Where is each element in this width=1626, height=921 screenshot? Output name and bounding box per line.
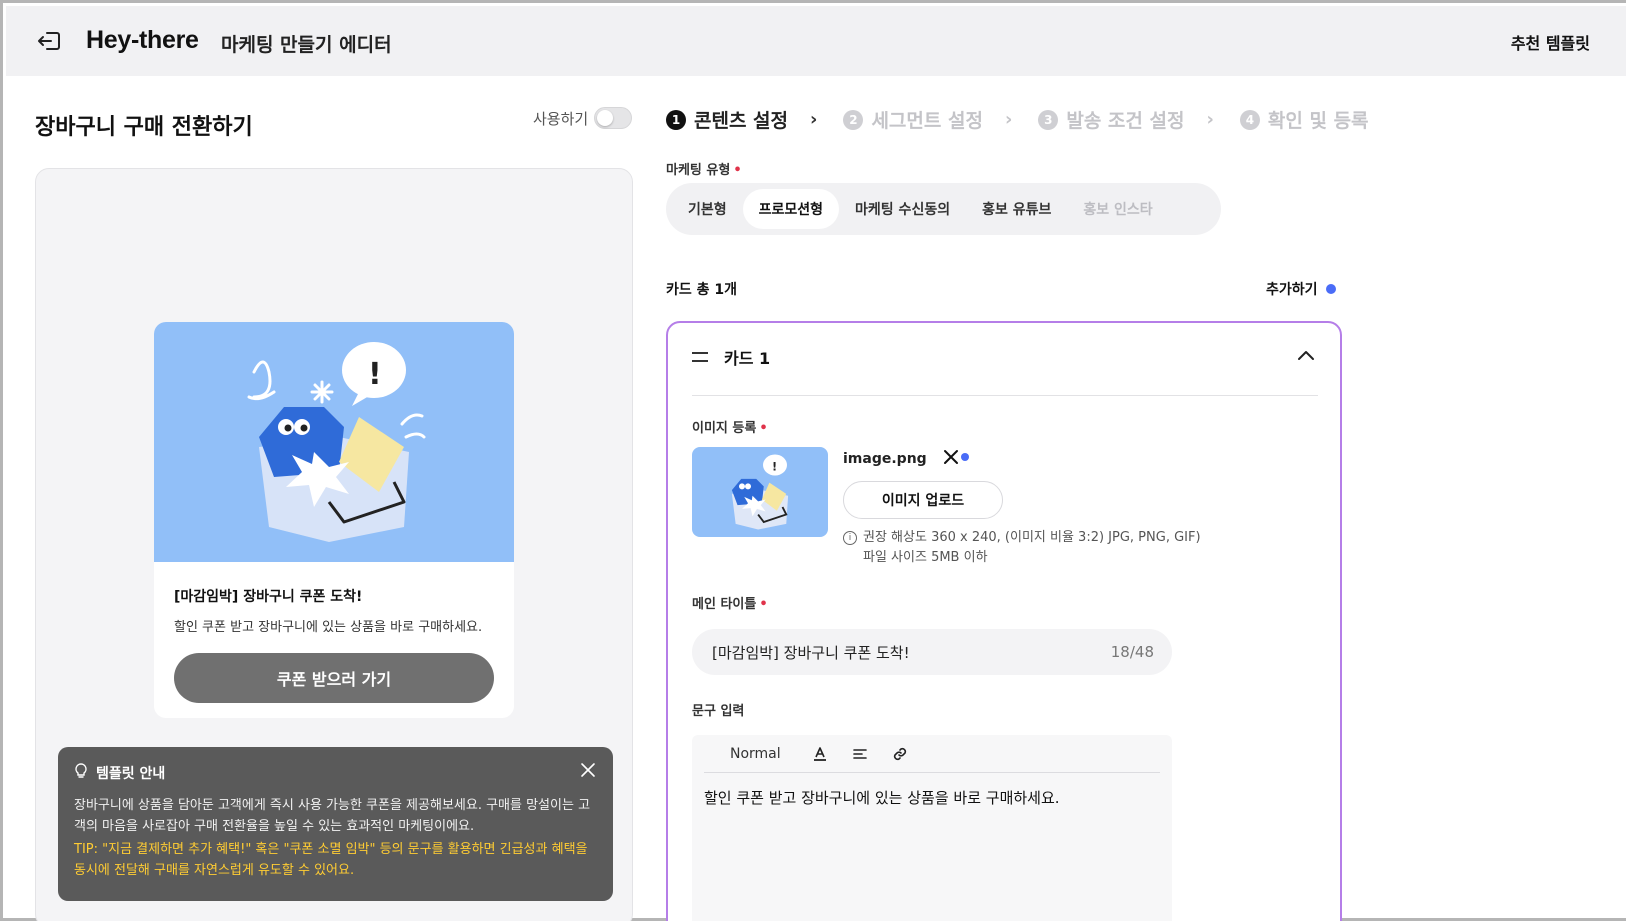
marketing-type-label: 마케팅 유형 • <box>666 163 742 178</box>
editor-subtitle: 마케팅 만들기 에디터 <box>221 34 392 56</box>
app-frame: Hey-there 마케팅 만들기 에디터 추천 템플릿 장바구니 구매 전환하… <box>0 0 1626 921</box>
status-dot <box>961 453 969 461</box>
guide-text: 장바구니에 상품을 담아둔 고객에게 즉시 사용 가능한 쿠폰을 제공해보세요.… <box>74 798 591 834</box>
remove-file-button[interactable] <box>943 449 969 465</box>
step-confirm-register[interactable]: 4 확인 및 등록 <box>1239 106 1369 133</box>
link-icon[interactable] <box>891 745 909 763</box>
lightbulb-icon <box>74 763 88 783</box>
file-name: image.png <box>843 451 927 467</box>
step-number: 4 <box>1239 109 1260 130</box>
chevron-right-icon: › <box>1004 109 1013 130</box>
step-navigation: 1 콘텐츠 설정 › 2 세그먼트 설정 › 3 발송 조건 설정 › 4 확인… <box>666 106 1369 133</box>
info-icon: i <box>843 531 857 545</box>
image-label: 이미지 등록 • <box>692 421 768 436</box>
main-title-value: [마감임박] 장바구니 쿠폰 도착! <box>712 643 910 662</box>
text-style-select[interactable]: Normal <box>730 746 789 762</box>
tab-promotion[interactable]: 프로모션형 <box>742 189 840 229</box>
main-title-label-text: 메인 타이틀 <box>692 597 757 612</box>
image-label-text: 이미지 등록 <box>692 421 757 436</box>
align-icon[interactable] <box>851 745 869 763</box>
step-label: 콘텐츠 설정 <box>694 110 789 132</box>
marketing-type-tabs: 기본형 프로모션형 마케팅 수신동의 홍보 유튜브 홍보 인스타 <box>666 183 1221 235</box>
tab-basic[interactable]: 기본형 <box>672 189 743 229</box>
guide-heading: 템플릿 안내 <box>96 766 166 782</box>
preview-card: ! [마감임박] 장바구니 쿠폰 도착! 할인 쿠폰 받고 장바구니에 있는 상… <box>154 322 514 718</box>
coupon-button[interactable]: 쿠폰 받으러 가기 <box>174 653 494 703</box>
chevron-up-icon[interactable] <box>1296 347 1316 363</box>
preview-description: 할인 쿠폰 받고 장바구니에 있는 상품을 바로 구매하세요. <box>174 620 483 635</box>
main-title-input[interactable]: [마감임박] 장바구니 쿠폰 도착! 18/48 <box>692 629 1172 675</box>
add-card-button[interactable]: 추가하기 <box>1266 279 1336 299</box>
status-dot <box>1325 284 1336 294</box>
image-upload-button[interactable]: 이미지 업로드 <box>843 481 1003 519</box>
image-hint: i 권장 해상도 360 x 240, (이미지 비율 3:2) JPG, PN… <box>843 528 1201 568</box>
guide-heading-row: 템플릿 안내 <box>74 763 597 783</box>
drag-handle-icon[interactable] <box>692 352 708 362</box>
template-guide: 템플릿 안내 장바구니에 상품을 담아둔 고객에게 즉시 사용 가능한 쿠폰을 … <box>58 747 613 901</box>
step-label: 확인 및 등록 <box>1267 110 1369 132</box>
tab-youtube[interactable]: 홍보 유튜브 <box>966 189 1067 229</box>
chevron-right-icon: › <box>810 109 818 130</box>
toggle-label: 사용하기 <box>533 109 589 128</box>
close-icon[interactable] <box>579 761 597 779</box>
preview-image: ! <box>154 322 514 562</box>
step-number: 1 <box>666 109 686 130</box>
image-thumbnail: ! <box>692 447 828 537</box>
marketing-type-label-text: 마케팅 유형 <box>666 163 731 178</box>
page-title: 장바구니 구매 전환하기 <box>35 115 253 140</box>
editor-toolbar: Normal <box>704 735 1160 773</box>
step-send-conditions[interactable]: 3 발송 조건 설정 <box>1038 106 1184 133</box>
card-name: 카드 1 <box>724 349 771 368</box>
use-toggle-group: 사용하기 <box>533 107 633 129</box>
card-count: 카드 총 1개 <box>666 282 738 298</box>
hint-line-2: 파일 사이즈 5MB 이하 <box>863 550 988 565</box>
guide-tip: TIP: "지금 결제하면 추가 혜택!" 혹은 "쿠폰 소멸 임박" 등의 문… <box>74 842 588 878</box>
step-content-settings[interactable]: 1 콘텐츠 설정 <box>666 106 788 133</box>
text-input-label: 문구 입력 <box>692 704 745 719</box>
step-segment-settings[interactable]: 2 세그먼트 설정 <box>843 106 983 133</box>
step-label: 발송 조건 설정 <box>1066 110 1185 132</box>
step-label: 세그먼트 설정 <box>871 110 983 132</box>
close-icon[interactable] <box>943 449 959 465</box>
tab-marketing-consent[interactable]: 마케팅 수신동의 <box>839 189 966 229</box>
add-card-label: 추가하기 <box>1266 282 1318 298</box>
main-title-label: 메인 타이틀 • <box>692 597 768 612</box>
card-editor: 카드 1 이미지 등록 • ! image.png 이미지 업로드 i 권장 해… <box>666 321 1342 921</box>
chevron-right-icon: › <box>1206 109 1214 130</box>
rich-text-editor: Normal 할인 쿠폰 받고 장바구니에 있는 상품을 바로 구매하세요. <box>692 735 1172 921</box>
recommended-template-link[interactable]: 추천 템플릿 <box>1511 30 1590 54</box>
editor-body-text[interactable]: 할인 쿠폰 받고 장바구니에 있는 상품을 바로 구매하세요. <box>704 787 1060 808</box>
brand-logo: Hey-there <box>86 26 199 54</box>
hint-line-1: 권장 해상도 360 x 240, (이미지 비율 3:2) JPG, PNG,… <box>863 530 1201 545</box>
exit-icon[interactable] <box>34 26 64 56</box>
tab-instagram[interactable]: 홍보 인스타 <box>1067 189 1168 229</box>
step-number: 2 <box>843 109 864 130</box>
use-toggle[interactable] <box>594 107 633 129</box>
svg-text:!: ! <box>368 357 382 392</box>
svg-text:!: ! <box>772 460 777 473</box>
top-header: Hey-there 마케팅 만들기 에디터 추천 템플릿 <box>6 6 1626 76</box>
card-header: 카드 1 <box>692 345 770 369</box>
preview-title: [마감임박] 장바구니 쿠폰 도착! <box>174 589 363 605</box>
preview-panel: ! [마감임박] 장바구니 쿠폰 도착! 할인 쿠폰 받고 장바구니에 있는 상… <box>35 168 633 921</box>
divider <box>692 395 1318 396</box>
text-color-icon[interactable] <box>811 745 829 763</box>
char-counter: 18/48 <box>1110 643 1154 661</box>
step-number: 3 <box>1038 109 1059 130</box>
